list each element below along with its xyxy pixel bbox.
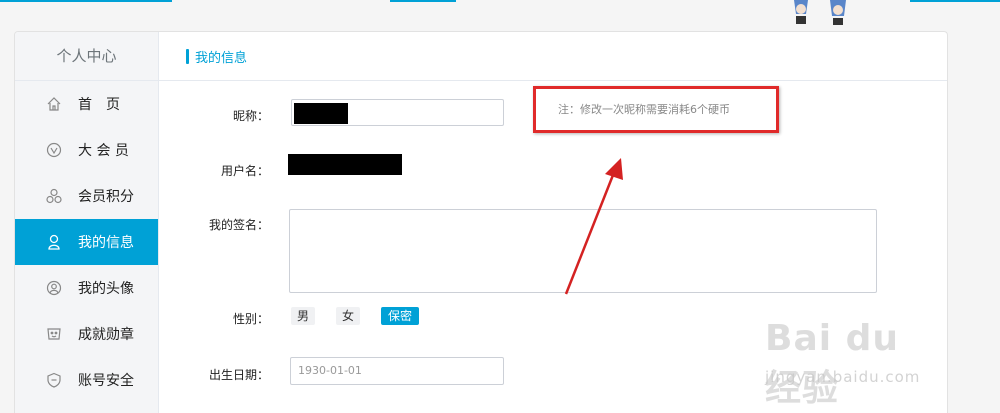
sidebar-item-label: 会员积分 <box>78 189 134 205</box>
nickname-hint-text: 注：修改一次昵称需要消耗6个硬币 <box>558 103 730 116</box>
sidebar-item-label: 我的头像 <box>78 281 134 297</box>
sidebar-item-label: 大 会 员 <box>78 143 129 159</box>
gender-label: 性别： <box>232 312 269 326</box>
sidebar-item-label: 成就勋章 <box>78 327 134 343</box>
vip-icon <box>46 142 62 158</box>
nickname-cost-hint: 注：修改一次昵称需要消耗6个硬币 <box>533 86 779 133</box>
nickname-label: 昵称： <box>232 109 269 123</box>
signature-label: 我的签名： <box>208 218 269 232</box>
sidebar-item-label: 首 页 <box>78 97 120 113</box>
redacted-nickname <box>294 103 348 124</box>
sidebar-item-medals[interactable]: 成就勋章 <box>15 311 158 357</box>
sidebar-item-avatar[interactable]: 我的头像 <box>15 265 158 311</box>
nickname-input[interactable] <box>291 99 504 126</box>
watermark-brand: Bai du 经验 <box>765 318 900 409</box>
gender-secret-button[interactable]: 保密 <box>381 307 419 325</box>
sidebar-item-home[interactable]: 首 页 <box>15 81 158 127</box>
content-header: 我的信息 <box>159 32 947 81</box>
sidebar-item-label: 账号安全 <box>78 373 134 389</box>
page-title: 我的信息 <box>195 50 248 66</box>
medal-icon <box>46 326 62 342</box>
gender-male-button[interactable]: 男 <box>291 307 315 325</box>
baidu-jingyan-watermark: Bai du 经验 jingyan.baidu.com <box>765 318 945 409</box>
sidebar-item-my-info[interactable]: 我的信息 <box>15 219 158 265</box>
mascot-image <box>794 0 846 25</box>
user-icon <box>46 234 62 250</box>
shield-icon <box>46 372 62 388</box>
home-icon <box>46 96 62 112</box>
username-label: 用户名： <box>220 164 269 178</box>
sidebar-title: 个人中心 <box>15 32 158 81</box>
header-accent-bar <box>186 48 189 64</box>
top-nav-segment <box>0 0 172 2</box>
sidebar-item-vip[interactable]: 大 会 员 <box>15 127 158 173</box>
annotation-arrow <box>564 158 623 295</box>
watermark-url: jingyan.baidu.com <box>765 368 921 386</box>
gender-female-button[interactable]: 女 <box>336 307 360 325</box>
birthday-input[interactable]: 1930-01-01 <box>290 357 504 385</box>
redacted-username <box>288 154 402 175</box>
sidebar-item-points[interactable]: 会员积分 <box>15 173 158 219</box>
top-nav-segment <box>390 0 456 2</box>
points-icon <box>46 188 62 204</box>
sidebar-item-security[interactable]: 账号安全 <box>15 357 158 403</box>
sidebar: 个人中心 首 页 大 会 员 会员积分 我的信息 我的头像 成就勋章 账号安全 <box>15 32 159 413</box>
avatar-icon <box>46 280 62 296</box>
top-nav-segment <box>910 0 1000 2</box>
sidebar-item-label: 我的信息 <box>78 235 134 251</box>
birthday-label: 出生日期： <box>208 368 269 382</box>
